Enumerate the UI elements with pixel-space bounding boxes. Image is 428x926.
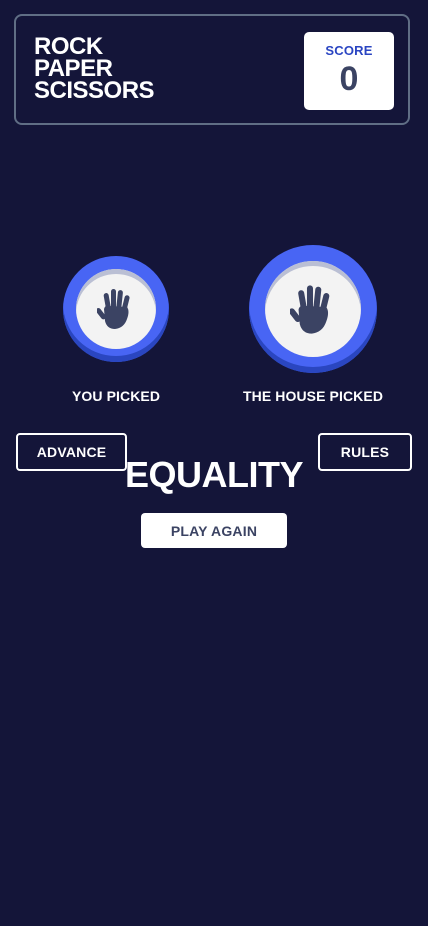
player-choice-token bbox=[63, 256, 169, 362]
score-box: SCORE 0 bbox=[304, 32, 394, 110]
house-choice-token bbox=[249, 245, 377, 373]
paper-hand-icon bbox=[290, 284, 330, 334]
house-choice-inner bbox=[265, 261, 361, 357]
house-picked-label: THE HOUSE PICKED bbox=[242, 388, 384, 404]
game-title: ROCK PAPER SCISSORS bbox=[34, 35, 155, 104]
play-again-button[interactable]: PLAY AGAIN bbox=[141, 513, 287, 548]
player-choice-inner bbox=[76, 269, 156, 349]
header: ROCK PAPER SCISSORS SCORE 0 bbox=[14, 14, 410, 125]
score-value: 0 bbox=[339, 60, 359, 98]
player-picked-label: YOU PICKED bbox=[71, 388, 161, 404]
title-line-scissors: SCISSORS bbox=[34, 77, 155, 104]
result-text: EQUALITY bbox=[124, 454, 304, 495]
paper-hand-icon bbox=[97, 289, 130, 329]
score-label: SCORE bbox=[325, 43, 373, 58]
